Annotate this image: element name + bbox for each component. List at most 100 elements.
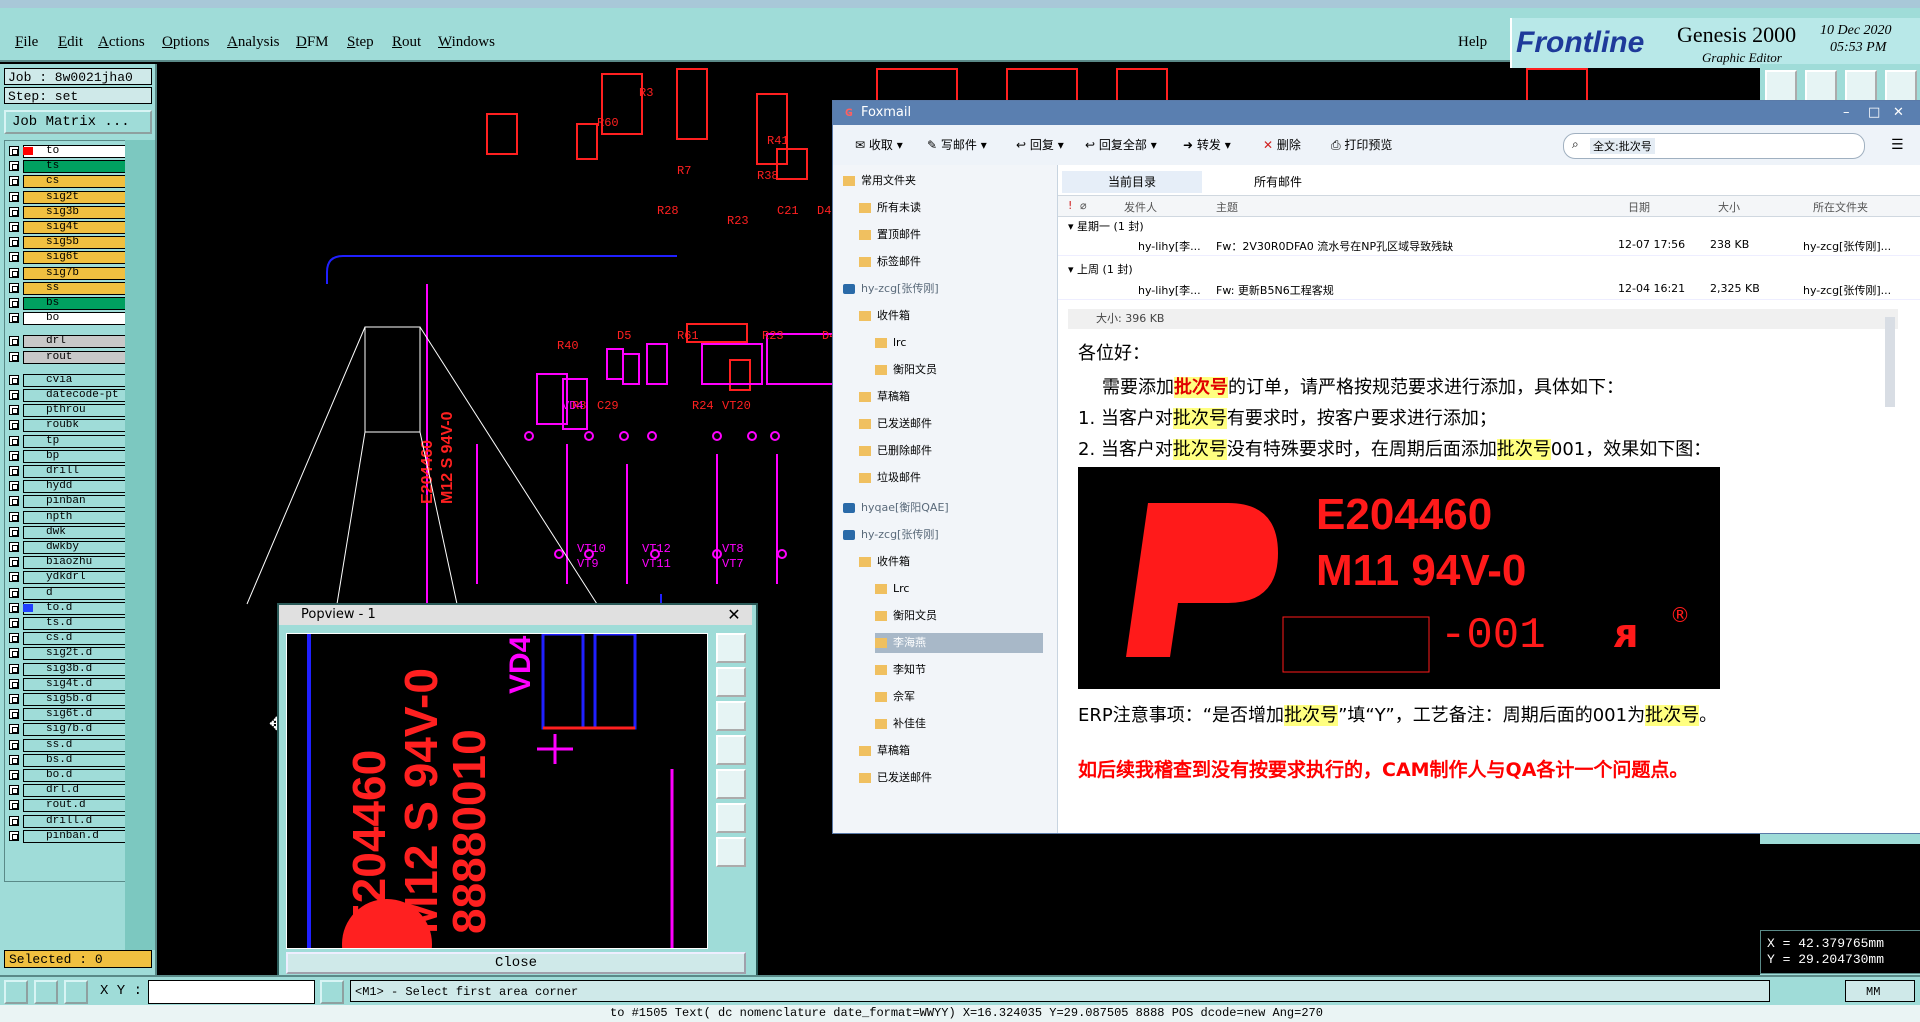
layer-toggle-checkbox[interactable]: [9, 313, 19, 324]
layer-toggle-checkbox[interactable]: [9, 557, 19, 568]
layer-name[interactable]: pinban: [23, 495, 129, 509]
layer-row[interactable]: hydd: [7, 480, 129, 494]
layer-toggle-checkbox[interactable]: [9, 176, 19, 187]
layer-row[interactable]: sig4t: [7, 221, 129, 235]
layer-name[interactable]: hydd: [23, 480, 129, 494]
menu-options[interactable]: Options: [162, 34, 210, 51]
compose-button[interactable]: ✎ 写邮件 ▾: [927, 136, 987, 153]
table-row[interactable]: hy-lihy[李... Fw：2V30R0DFA0 流水号在NP孔区域导致残缺…: [1058, 235, 1920, 256]
delete-button[interactable]: ✕ 删除: [1263, 136, 1301, 153]
close-icon[interactable]: ✕: [719, 605, 749, 625]
close-icon[interactable]: ✕: [1893, 101, 1904, 125]
layer-row[interactable]: drill: [7, 465, 129, 479]
layer-name[interactable]: sig4t.d: [23, 677, 129, 691]
layer-toggle-checkbox[interactable]: [9, 282, 19, 293]
layer-row[interactable]: bp: [7, 449, 129, 464]
layer-toggle-checkbox[interactable]: [9, 450, 19, 461]
layer-row[interactable]: ts: [7, 160, 129, 174]
layer-toggle-checkbox[interactable]: [9, 815, 19, 826]
folder-item[interactable]: 已删除邮件: [859, 441, 932, 461]
table-row[interactable]: hy-lihy[李... Fw: 更新B5N6工程客规 12-04 16:21 …: [1058, 279, 1920, 300]
layer-row[interactable]: datecode-pt: [7, 389, 129, 403]
layer-name[interactable]: ss.d: [23, 738, 129, 752]
pan-left-icon[interactable]: [716, 735, 746, 765]
tab-all-mail[interactable]: 所有邮件: [1208, 171, 1348, 193]
col-folder[interactable]: 所在文件夹: [1813, 199, 1868, 215]
xy-input[interactable]: [148, 980, 315, 1004]
layer-toggle-checkbox[interactable]: [9, 678, 19, 689]
layer-toggle-checkbox[interactable]: [9, 754, 19, 765]
layer-name[interactable]: sig2t: [23, 190, 129, 204]
layer-toggle-checkbox[interactable]: [9, 587, 19, 598]
job-matrix-button[interactable]: Job Matrix ...: [4, 110, 152, 134]
layer-row[interactable]: drill.d: [7, 814, 129, 829]
menu-icon[interactable]: ☰: [1891, 137, 1904, 153]
layer-row[interactable]: pinban: [7, 495, 129, 509]
layer-row[interactable]: sig3b.d: [7, 662, 129, 677]
layer-row[interactable]: npth: [7, 510, 129, 525]
folder-item[interactable]: 已发送邮件: [859, 414, 932, 434]
layer-row[interactable]: cvia: [7, 373, 129, 388]
layer-row[interactable]: sig7b: [7, 266, 129, 281]
layer-toggle-checkbox[interactable]: [9, 466, 19, 476]
layer-toggle-checkbox[interactable]: [9, 298, 19, 308]
layer-name[interactable]: sig3b.d: [23, 662, 129, 676]
layer-row[interactable]: ss: [7, 281, 129, 296]
minimize-icon[interactable]: –: [1843, 101, 1850, 125]
folder-item[interactable]: 草稿箱: [859, 741, 910, 761]
folder-item[interactable]: 垃圾邮件: [859, 468, 921, 488]
layer-name[interactable]: sig2t.d: [23, 647, 129, 661]
layer-name[interactable]: drill.d: [23, 814, 129, 828]
layer-toggle-checkbox[interactable]: [9, 435, 19, 446]
reply-button[interactable]: ↩ 回复 ▾: [1016, 136, 1064, 153]
layer-name[interactable]: ts.d: [23, 617, 129, 630]
layer-name[interactable]: drl: [23, 335, 129, 349]
layer-row[interactable]: bo.d: [7, 769, 129, 783]
layer-name[interactable]: biaozhu: [23, 556, 129, 570]
maximize-icon[interactable]: □: [1868, 101, 1880, 125]
layer-toggle-checkbox[interactable]: [9, 222, 19, 232]
layer-row[interactable]: bs: [7, 297, 129, 311]
layer-name[interactable]: bs.d: [23, 753, 129, 767]
folder-item[interactable]: 补佳佳: [875, 714, 926, 734]
menu-edit[interactable]: Edit: [58, 34, 83, 51]
layer-name[interactable]: npth: [23, 510, 129, 524]
folder-item[interactable]: Lrc: [875, 579, 909, 599]
layer-row[interactable]: roubk: [7, 419, 129, 433]
zoom-out-icon[interactable]: [716, 837, 746, 867]
layer-row[interactable]: sig4t.d: [7, 677, 129, 692]
layer-toggle-checkbox[interactable]: [9, 511, 19, 522]
layer-toggle-checkbox[interactable]: [9, 420, 19, 431]
reply-all-button[interactable]: ↩ 回复全部 ▾: [1085, 136, 1157, 153]
layer-toggle-checkbox[interactable]: [9, 351, 19, 362]
layer-name[interactable]: sig6t.d: [23, 708, 129, 722]
menu-step[interactable]: Step: [347, 34, 374, 51]
layer-row[interactable]: pinban.d: [7, 829, 129, 844]
layer-row[interactable]: drl.d: [7, 784, 129, 798]
folder-item[interactable]: 衡阳文员: [875, 606, 937, 626]
layer-toggle-checkbox[interactable]: [9, 267, 19, 278]
popview-close-button[interactable]: Close: [286, 952, 746, 974]
layer-row[interactable]: drl: [7, 335, 129, 349]
folder-item[interactable]: 收件箱: [859, 552, 910, 572]
menu-dfm[interactable]: DFM: [296, 34, 329, 51]
unit-selector[interactable]: MM: [1845, 980, 1915, 1002]
grid-tool-icon[interactable]: [64, 980, 88, 1004]
layer-toggle-checkbox[interactable]: [9, 481, 19, 492]
menu-rout[interactable]: Rout: [392, 34, 421, 51]
layer-toggle-checkbox[interactable]: [9, 785, 19, 796]
zoom-in-icon[interactable]: [716, 803, 746, 833]
layer-toggle-checkbox[interactable]: [9, 618, 19, 628]
layer-toggle-checkbox[interactable]: [9, 709, 19, 720]
print-preview-button[interactable]: ⎙ 打印预览: [1331, 136, 1392, 153]
layer-row[interactable]: sig7b.d: [7, 723, 129, 737]
layer-toggle-checkbox[interactable]: [9, 191, 19, 202]
pan-down-icon[interactable]: [716, 701, 746, 731]
view-tool-1-icon[interactable]: [1765, 70, 1797, 102]
layer-name[interactable]: ts: [23, 160, 129, 174]
layer-name[interactable]: cvia: [23, 373, 129, 387]
layer-row[interactable]: dwk: [7, 525, 129, 540]
folder-item[interactable]: 衡阳文员: [875, 360, 937, 380]
layer-row[interactable]: ss.d: [7, 738, 129, 753]
menu-file[interactable]: File: [15, 34, 38, 51]
